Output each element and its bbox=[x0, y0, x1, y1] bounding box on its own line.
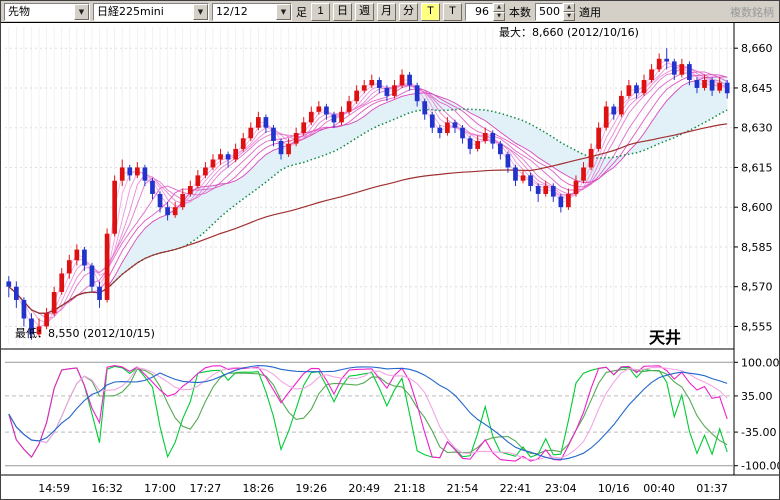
oscillator-pane: 100.00 35.00 -35.00 -100.00 bbox=[5, 356, 779, 472]
bar-count-spinner[interactable]: 96 ▲ ▼ bbox=[465, 3, 505, 21]
price-axis: 8,660 8,645 8,630 8,615 8,600 8,585 8,570 8,555 bbox=[734, 23, 773, 475]
svg-text:100.00: 100.00 bbox=[741, 356, 779, 369]
signal-label: 天井 bbox=[649, 328, 681, 347]
spin-down-icon[interactable]: ▼ bbox=[563, 12, 575, 21]
svg-text:8,630: 8,630 bbox=[741, 122, 773, 135]
svg-text:8,660: 8,660 bbox=[741, 42, 773, 55]
svg-text:35.00: 35.00 bbox=[741, 390, 773, 403]
svg-text:16:32: 16:32 bbox=[91, 482, 123, 495]
svg-text:20:49: 20:49 bbox=[348, 482, 380, 495]
dropdown-arrow-icon[interactable]: ▼ bbox=[74, 4, 89, 20]
instrument-type-select[interactable]: 先物 ▼ bbox=[4, 3, 90, 21]
svg-text:23:04: 23:04 bbox=[545, 482, 577, 495]
svg-text:19:26: 19:26 bbox=[295, 482, 327, 495]
display-count-value: 500 bbox=[535, 3, 563, 21]
timeframe-minute-button[interactable]: 分 bbox=[399, 3, 418, 21]
spin-down-icon[interactable]: ▼ bbox=[493, 12, 505, 21]
svg-text:8,570: 8,570 bbox=[741, 281, 773, 294]
max-annotation: 最大：8,660 (2012/10/16) bbox=[499, 25, 639, 39]
svg-text:17:27: 17:27 bbox=[190, 482, 222, 495]
spin-up-icon[interactable]: ▲ bbox=[563, 3, 575, 12]
svg-text:22:41: 22:41 bbox=[500, 482, 532, 495]
chart-application-window: 先物 ▼ 日経225mini ▼ 12/12 ▼ 足 1 日 週 月 分 T T… bbox=[0, 0, 780, 500]
timeframe-1min-button[interactable]: 1 bbox=[311, 3, 330, 21]
bar-count-label: 本数 bbox=[508, 4, 532, 20]
dropdown-arrow-icon[interactable]: ▼ bbox=[276, 4, 291, 20]
t-toggle-button-active[interactable]: T bbox=[421, 3, 440, 21]
svg-text:8,645: 8,645 bbox=[741, 82, 773, 95]
svg-text:-100.00: -100.00 bbox=[741, 460, 779, 473]
svg-text:14:59: 14:59 bbox=[38, 482, 70, 495]
timeframe-day-button[interactable]: 日 bbox=[333, 3, 352, 21]
apply-button[interactable]: 適用 bbox=[578, 4, 602, 20]
svg-text:10/16: 10/16 bbox=[598, 482, 630, 495]
svg-text:18:26: 18:26 bbox=[242, 482, 274, 495]
t-toggle-button[interactable]: T bbox=[443, 3, 462, 21]
svg-text:8,600: 8,600 bbox=[741, 201, 773, 214]
timeframe-month-button[interactable]: 月 bbox=[377, 3, 396, 21]
oscillator-line-slow-magenta bbox=[9, 367, 727, 459]
svg-text:8,585: 8,585 bbox=[741, 241, 773, 254]
instrument-type-value: 先物 bbox=[5, 4, 74, 20]
svg-text:17:00: 17:00 bbox=[144, 482, 176, 495]
svg-text:00:40: 00:40 bbox=[643, 482, 675, 495]
contract-month-value: 12/12 bbox=[213, 4, 276, 20]
svg-text:8,615: 8,615 bbox=[741, 161, 773, 174]
svg-text:8,555: 8,555 bbox=[741, 320, 773, 333]
spin-up-icon[interactable]: ▲ bbox=[493, 3, 505, 12]
min-annotation: 最低：8,550 (2012/10/15) bbox=[15, 327, 155, 340]
bar-type-label: 足 bbox=[295, 4, 308, 20]
symbol-select[interactable]: 日経225mini ▼ bbox=[93, 3, 209, 21]
display-count-spinner[interactable]: 500 ▲ ▼ bbox=[535, 3, 575, 21]
multi-symbol-button[interactable]: 複数銘柄 bbox=[730, 4, 776, 20]
contract-month-select[interactable]: 12/12 ▼ bbox=[212, 3, 292, 21]
svg-text:01:37: 01:37 bbox=[696, 482, 728, 495]
svg-text:21:54: 21:54 bbox=[447, 482, 479, 495]
svg-text:-35.00: -35.00 bbox=[741, 426, 776, 439]
symbol-value: 日経225mini bbox=[94, 4, 193, 20]
timeframe-week-button[interactable]: 週 bbox=[355, 3, 374, 21]
time-axis: 14:59 16:32 17:00 17:27 18:26 19:26 20:49 21:18… bbox=[38, 482, 728, 495]
dropdown-arrow-icon[interactable]: ▼ bbox=[193, 4, 208, 20]
chart-area[interactable]: 8,660 8,645 8,630 8,615 8,600 8,585 8,570 8,555… bbox=[1, 22, 779, 499]
bar-count-value: 96 bbox=[465, 3, 493, 21]
svg-text:21:18: 21:18 bbox=[394, 482, 426, 495]
toolbar: 先物 ▼ 日経225mini ▼ 12/12 ▼ 足 1 日 週 月 分 T T… bbox=[1, 1, 779, 22]
chart-canvas[interactable]: 8,660 8,645 8,630 8,615 8,600 8,585 8,570 8,555… bbox=[1, 23, 779, 500]
